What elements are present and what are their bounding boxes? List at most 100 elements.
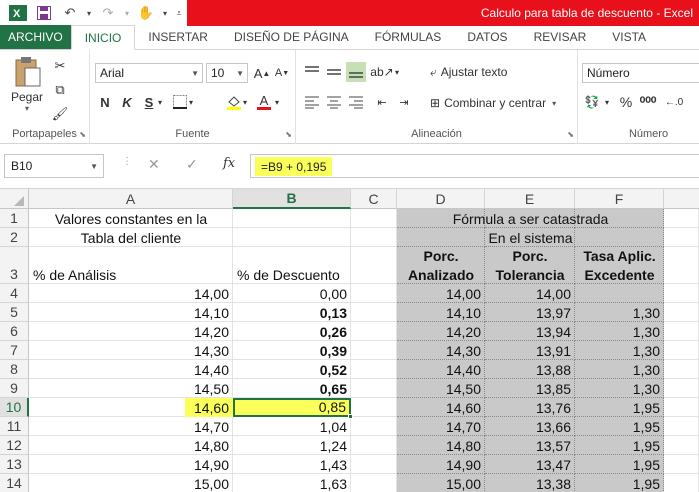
cancel-icon[interactable]: ✕ xyxy=(148,156,160,173)
cell-c2[interactable] xyxy=(351,228,397,247)
cell-value-b10[interactable]: 0,85 xyxy=(233,398,351,417)
italic-button[interactable]: K xyxy=(117,92,137,112)
cell-value-e10[interactable]: 13,76 xyxy=(485,398,575,417)
cell-g9[interactable] xyxy=(664,379,699,398)
cell-value-e6[interactable]: 13,94 xyxy=(485,322,575,341)
redo-dropdown-icon[interactable]: ▾ xyxy=(122,2,132,24)
column-header-e[interactable]: E xyxy=(485,189,575,209)
font-size-select[interactable]: 10 ▼ xyxy=(206,63,248,83)
align-top-icon[interactable] xyxy=(302,62,322,82)
cell-c5[interactable] xyxy=(351,303,397,322)
cell-value-f7[interactable]: 1,30 xyxy=(575,341,664,360)
align-center-icon[interactable] xyxy=(324,92,344,112)
touch-mode-icon[interactable]: ✋ xyxy=(134,2,158,24)
cell-g8[interactable] xyxy=(664,360,699,379)
cell-value-e14[interactable]: 13,38 xyxy=(485,474,575,492)
cell-value-d4[interactable]: 14,00 xyxy=(397,284,485,303)
row-header-11[interactable]: 11 xyxy=(0,417,29,436)
cut-icon[interactable]: ✂ xyxy=(50,56,70,76)
cell-g13[interactable] xyxy=(664,455,699,474)
cell-value-f13[interactable]: 1,95 xyxy=(575,455,664,474)
orientation-dropdown-icon[interactable]: ▾ xyxy=(392,62,402,82)
cell-value-e8[interactable]: 13,88 xyxy=(485,360,575,379)
column-header-g[interactable] xyxy=(664,189,699,209)
column-header-a[interactable]: A xyxy=(29,189,233,209)
row-header-8[interactable]: 8 xyxy=(0,360,29,379)
cell-value-d7[interactable]: 14,30 xyxy=(397,341,485,360)
name-box[interactable]: B10 ▼ xyxy=(4,154,104,178)
decrease-indent-icon[interactable]: ⇤ xyxy=(372,92,392,112)
cell-value-d5[interactable]: 14,10 xyxy=(397,303,485,322)
cell-value-d8[interactable]: 14,40 xyxy=(397,360,485,379)
cell-value-b5[interactable]: 0,13 xyxy=(233,303,351,322)
row-header-14[interactable]: 14 xyxy=(0,474,29,492)
number-format-select[interactable]: Número xyxy=(582,63,699,83)
tab-diseno-de-pagina[interactable]: DISEÑO DE PÁGINA xyxy=(221,25,362,49)
row-header-10[interactable]: 10 xyxy=(0,398,29,417)
cell-value-f6[interactable]: 1,30 xyxy=(575,322,664,341)
tab-formulas[interactable]: FÓRMULAS xyxy=(362,25,455,49)
cell-value-b8[interactable]: 0,52 xyxy=(233,360,351,379)
tab-vista[interactable]: VISTA xyxy=(599,25,659,49)
formula-input[interactable]: =B9 + 0,195 xyxy=(250,154,699,178)
font-name-select[interactable]: Arial ▼ xyxy=(95,63,203,83)
cell-g2[interactable] xyxy=(664,228,699,247)
cell-value-e13[interactable]: 13,47 xyxy=(485,455,575,474)
fill-color-dropdown-icon[interactable]: ▾ xyxy=(240,92,250,112)
cell-value-b7[interactable]: 0,39 xyxy=(233,341,351,360)
row-header-5[interactable]: 5 xyxy=(0,303,29,322)
row-header-12[interactable]: 12 xyxy=(0,436,29,455)
row-header-2[interactable]: 2 xyxy=(0,228,29,247)
row-header-7[interactable]: 7 xyxy=(0,341,29,360)
cell-c3[interactable] xyxy=(351,247,397,284)
insert-function-icon[interactable]: fx xyxy=(223,156,235,171)
undo-dropdown-icon[interactable]: ▾ xyxy=(84,2,94,24)
fill-handle[interactable] xyxy=(348,414,353,419)
cell-value-a8[interactable]: 14,40 xyxy=(29,360,233,379)
underline-dropdown-icon[interactable]: ▾ xyxy=(155,92,165,112)
cell-value-a13[interactable]: 14,90 xyxy=(29,455,233,474)
cell-value-a12[interactable]: 14,80 xyxy=(29,436,233,455)
cell-value-d10[interactable]: 14,60 xyxy=(397,398,485,417)
select-all-corner[interactable] xyxy=(0,189,29,209)
column-header-c[interactable]: C xyxy=(351,189,397,209)
cell-value-b6[interactable]: 0,26 xyxy=(233,322,351,341)
cell-value-d11[interactable]: 14,70 xyxy=(397,417,485,436)
percent-button[interactable]: % xyxy=(616,92,636,112)
tab-insertar[interactable]: INSERTAR xyxy=(135,25,221,49)
cell-value-b9[interactable]: 0,65 xyxy=(233,379,351,398)
tab-revisar[interactable]: REVISAR xyxy=(521,25,600,49)
cell-c14[interactable] xyxy=(351,474,397,492)
cell-value-a6[interactable]: 14,20 xyxy=(29,322,233,341)
cell-c1[interactable] xyxy=(351,209,397,228)
redo-icon[interactable]: ↷ xyxy=(96,2,120,24)
cell-value-e7[interactable]: 13,91 xyxy=(485,341,575,360)
align-bottom-icon[interactable] xyxy=(346,62,366,82)
comma-style-icon[interactable]: ⁰⁰⁰ xyxy=(638,92,658,112)
copy-icon[interactable]: ⧉ xyxy=(50,80,70,100)
cell-c9[interactable] xyxy=(351,379,397,398)
cell-c8[interactable] xyxy=(351,360,397,379)
tab-archivo[interactable]: ARCHIVO xyxy=(0,25,71,49)
tab-datos[interactable]: DATOS xyxy=(454,25,520,49)
cell-g6[interactable] xyxy=(664,322,699,341)
alignment-launcher-icon[interactable]: ⬊ xyxy=(567,130,574,139)
cell-value-f9[interactable]: 1,30 xyxy=(575,379,664,398)
cell-value-b13[interactable]: 1,43 xyxy=(233,455,351,474)
cell-value-d14[interactable]: 15,00 xyxy=(397,474,485,492)
cell-c7[interactable] xyxy=(351,341,397,360)
cell-value-d13[interactable]: 14,90 xyxy=(397,455,485,474)
cell-value-f4[interactable] xyxy=(575,284,664,303)
cell-value-a7[interactable]: 14,30 xyxy=(29,341,233,360)
cell-value-a14[interactable]: 15,00 xyxy=(29,474,233,492)
cell-b2[interactable] xyxy=(233,228,351,247)
cell-c6[interactable] xyxy=(351,322,397,341)
font-launcher-icon[interactable]: ⬊ xyxy=(285,130,292,139)
undo-icon[interactable]: ↶ xyxy=(58,2,82,24)
cell-b1[interactable] xyxy=(233,209,351,228)
paste-button[interactable]: Pegar ▾ xyxy=(8,56,46,116)
merge-center-button[interactable]: ⊞ Combinar y centrar ▾ xyxy=(430,93,556,113)
increase-indent-icon[interactable]: ⇥ xyxy=(394,92,414,112)
column-header-b[interactable]: B xyxy=(233,189,351,209)
cell-c4[interactable] xyxy=(351,284,397,303)
